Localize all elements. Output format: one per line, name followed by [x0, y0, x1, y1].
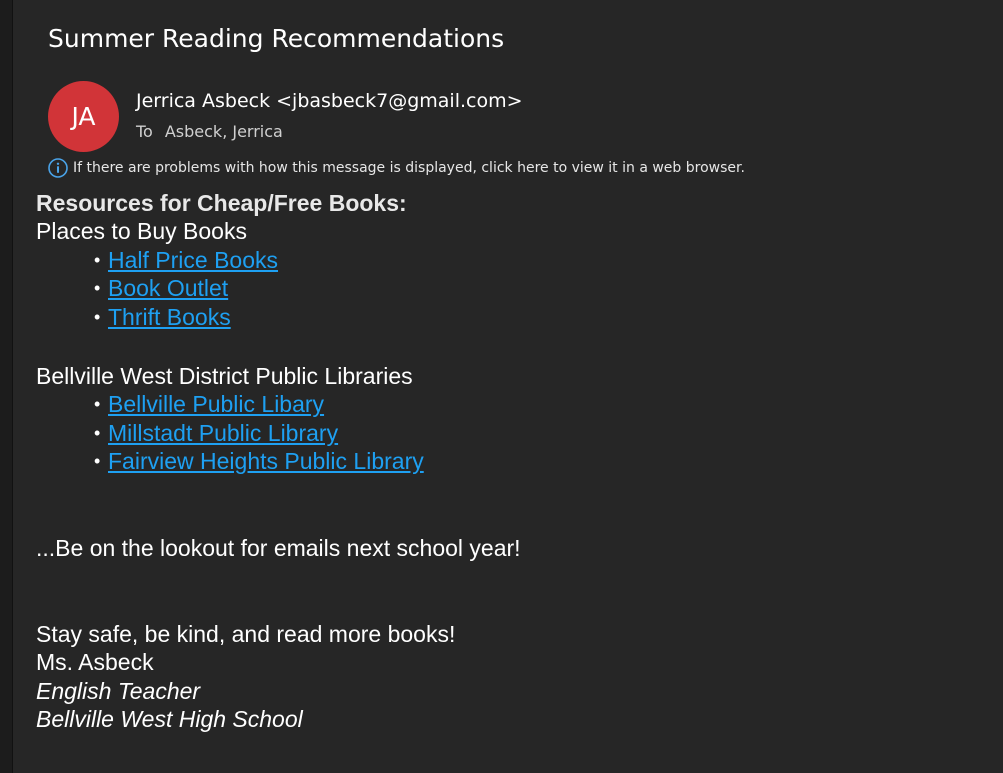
avatar-initials: JA	[71, 102, 96, 131]
to-line: To Asbeck, Jerrica	[136, 122, 283, 141]
section-libraries-title: Bellville West District Public Libraries	[36, 363, 413, 390]
link-book-outlet[interactable]: Book Outlet	[108, 275, 228, 301]
list-item: • Book Outlet	[94, 274, 521, 302]
list-item: • Millstadt Public Library	[94, 419, 521, 447]
bullet: •	[94, 278, 101, 299]
list-item: • Fairview Heights Public Library	[94, 447, 521, 475]
bullet: •	[94, 249, 101, 270]
link-thrift-books[interactable]: Thrift Books	[108, 304, 231, 330]
list-item: • Thrift Books	[94, 303, 521, 331]
bullet: •	[94, 451, 101, 472]
signature-role: English Teacher	[36, 677, 201, 704]
display-problems-infobar[interactable]: If there are problems with how this mess…	[48, 158, 745, 178]
bullet: •	[94, 422, 101, 443]
signature-school: Bellville West High School	[36, 706, 303, 733]
info-icon	[48, 158, 68, 178]
link-fairview-heights-library[interactable]: Fairview Heights Public Library	[108, 448, 424, 474]
to-label: To	[136, 122, 153, 141]
to-recipient[interactable]: Asbeck, Jerrica	[165, 122, 283, 141]
bullet: •	[94, 394, 101, 415]
list-item: • Half Price Books	[94, 246, 521, 274]
buy-books-list: • Half Price Books • Book Outlet • Thrift B…	[36, 246, 521, 331]
section-buy-title: Places to Buy Books	[36, 218, 247, 245]
list-item: • Bellville Public Libary	[94, 390, 521, 418]
email-subject: Summer Reading Recommendations	[48, 24, 505, 53]
sender-avatar[interactable]: JA	[48, 81, 119, 152]
libraries-list: • Bellville Public Libary • Millstadt Publ…	[36, 390, 521, 475]
link-bellville-library[interactable]: Bellville Public Libary	[108, 391, 324, 417]
signature-name: Ms. Asbeck	[36, 649, 154, 676]
sender-name[interactable]: Jerrica Asbeck <jbasbeck7@gmail.com>	[136, 90, 523, 112]
lookout-line: ...Be on the lookout for emails next sch…	[36, 534, 521, 561]
infobar-text: If there are problems with how this mess…	[73, 160, 745, 176]
resources-heading: Resources for Cheap/Free Books:	[36, 190, 407, 216]
email-body: Resources for Cheap/Free Books: Places t…	[36, 189, 521, 734]
reading-pane-border	[0, 0, 13, 773]
bullet: •	[94, 306, 101, 327]
signoff-line: Stay safe, be kind, and read more books!	[36, 621, 456, 648]
link-millstadt-library[interactable]: Millstadt Public Library	[108, 420, 338, 446]
link-half-price-books[interactable]: Half Price Books	[108, 247, 278, 273]
